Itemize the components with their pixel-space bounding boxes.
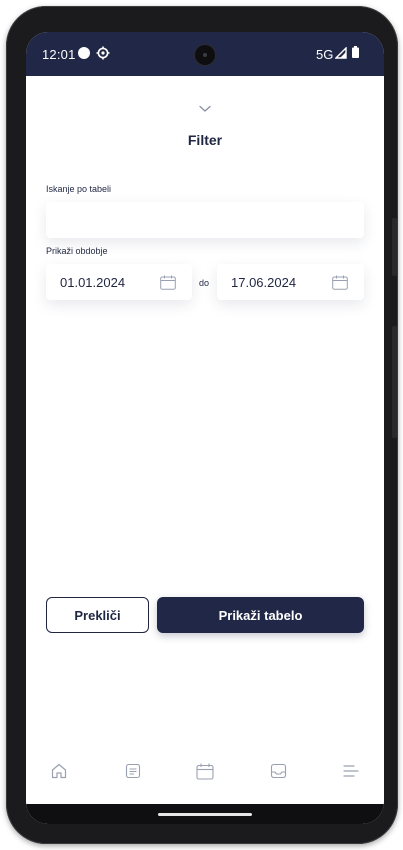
power-button: [392, 218, 397, 276]
volume-button: [392, 326, 397, 438]
cancel-button[interactable]: Prekliči: [46, 597, 149, 633]
show-table-button[interactable]: Prikaži tabelo: [157, 597, 364, 633]
search-input[interactable]: [46, 202, 364, 238]
inbox-icon: [270, 763, 286, 779]
chevron-down-icon[interactable]: [198, 104, 212, 114]
bottom-nav: [26, 752, 384, 792]
home-indicator[interactable]: [158, 813, 252, 816]
nav-home[interactable]: [48, 760, 70, 782]
nav-documents[interactable]: [122, 760, 144, 782]
menu-icon: [343, 765, 359, 777]
settings-gear-icon: [96, 46, 110, 60]
calendar-icon: [160, 275, 176, 290]
date-separator: do: [199, 278, 210, 288]
nav-inbox[interactable]: [267, 760, 289, 782]
date-from-value: 01.01.2024: [60, 275, 126, 290]
document-icon: [125, 763, 141, 779]
status-bar: 12:01 5G: [26, 32, 384, 76]
nav-menu[interactable]: [340, 760, 362, 782]
screen: 12:01 5G Filter Iskanje po tabeli Prikaž…: [26, 32, 384, 824]
date-to-value: 17.06.2024: [231, 275, 297, 290]
period-label: Prikaži obdobje: [46, 246, 108, 256]
date-from-field[interactable]: 01.01.2024: [46, 264, 192, 300]
search-label: Iskanje po tabeli: [46, 184, 112, 194]
sheet-title: Filter: [187, 132, 223, 148]
front-camera: [195, 45, 215, 65]
record-dot-icon: [78, 47, 90, 59]
calendar-icon: [332, 275, 348, 290]
date-to-field[interactable]: 17.06.2024: [217, 264, 364, 300]
nav-calendar[interactable]: [194, 760, 216, 782]
phone-frame: 12:01 5G Filter Iskanje po tabeli Prikaž…: [6, 6, 398, 844]
network-type: 5G: [316, 47, 334, 62]
signal-icon: [335, 47, 347, 59]
status-time: 12:01: [42, 47, 76, 62]
home-icon: [51, 763, 67, 779]
battery-icon: [352, 46, 359, 58]
calendar-icon: [196, 763, 214, 780]
